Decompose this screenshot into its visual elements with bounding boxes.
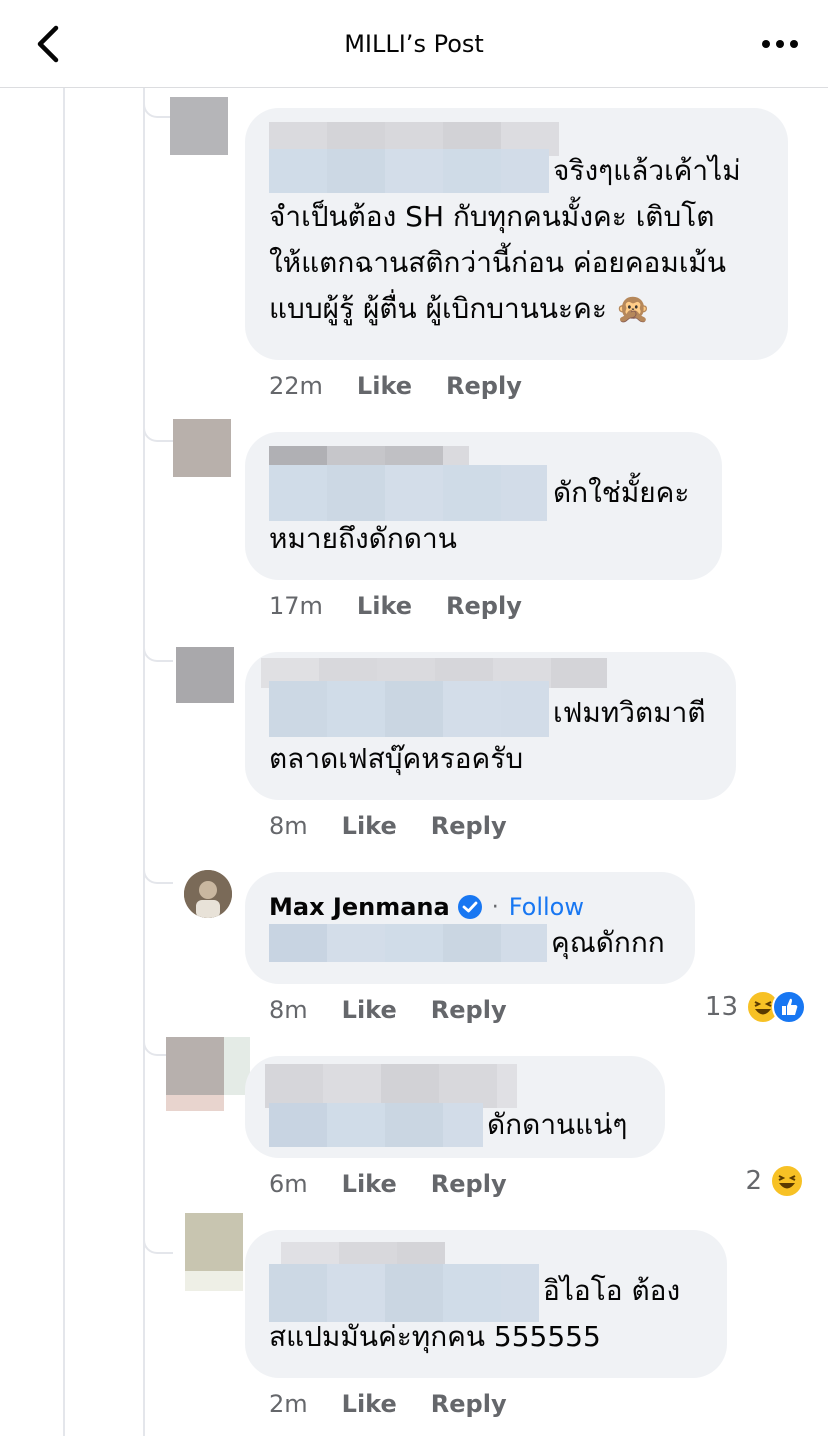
mention-redacted[interactable] (269, 149, 549, 193)
mention-redacted[interactable] (269, 681, 549, 737)
more-options-button[interactable] (760, 26, 800, 62)
timestamp[interactable]: 8m (269, 996, 308, 1024)
like-button[interactable]: Like (342, 812, 397, 840)
comment-bubble: ดักดานแน่ๆ (245, 1056, 665, 1158)
reply-button[interactable]: Reply (446, 592, 522, 620)
comment-text: อิไอโอ ต้อง (543, 1274, 681, 1307)
reply-button[interactable]: Reply (446, 372, 522, 400)
avatar[interactable] (173, 419, 231, 477)
comment-text: จำเป็นต้อง SH กับทุกคนมั้งคะ เติบโต (269, 200, 715, 233)
reaction-count: 13 (704, 992, 738, 1022)
author-name[interactable]: Max Jenmana (269, 893, 450, 921)
comment-actions: 22m Like Reply (269, 372, 522, 400)
verified-badge-icon (457, 895, 482, 919)
reaction-count: 2 (745, 1166, 762, 1196)
comment-bubble: เฟมทวิตมาตี ตลาดเฟสบุ๊คหรอครับ (245, 652, 736, 800)
avatar[interactable] (185, 1213, 243, 1291)
separator: · (491, 894, 499, 920)
reply-connector (143, 1232, 173, 1254)
comment-bubble: Max Jenmana · Follow คุณดักกก (245, 872, 695, 984)
mention-redacted[interactable] (269, 465, 547, 521)
page-title: MILLI’s Post (344, 30, 484, 58)
comment-text: ดักใช่มั้ยคะ (553, 476, 690, 509)
comment-text: หมายถึงดักดาน (269, 522, 457, 555)
comment-actions: 8m Like Reply (269, 812, 507, 840)
reply-button[interactable]: Reply (431, 1390, 507, 1418)
like-reaction-icon (772, 990, 806, 1024)
reply-button[interactable]: Reply (431, 996, 507, 1024)
comment-bubble: จริงๆแล้วเค้าไม่ จำเป็นต้อง SH กับทุกคนม… (245, 108, 788, 360)
comment-text: ดักดานแน่ๆ (487, 1108, 628, 1141)
timestamp[interactable]: 17m (269, 592, 323, 620)
mention-redacted[interactable] (269, 924, 547, 962)
like-button[interactable]: Like (357, 592, 412, 620)
reply-connector (143, 862, 173, 884)
timestamp[interactable]: 2m (269, 1390, 308, 1418)
avatar[interactable] (184, 870, 232, 918)
profile-photo (184, 870, 232, 918)
reply-connector (143, 640, 173, 662)
thread-line (63, 88, 65, 1436)
comment-bubble: ดักใช่มั้ยคะ หมายถึงดักดาน (245, 432, 722, 580)
reply-connector (143, 96, 173, 118)
comment-actions: 2m Like Reply (269, 1390, 507, 1418)
comment-text: จริงๆแล้วเค้าไม่ (553, 154, 741, 187)
timestamp[interactable]: 22m (269, 372, 323, 400)
comment-text: สแปมมันค่ะทุกคน 555555 (269, 1320, 601, 1353)
timestamp[interactable]: 8m (269, 812, 308, 840)
comment-bubble: อิไอโอ ต้อง สแปมมันค่ะทุกคน 555555 (245, 1230, 727, 1378)
comment-text: ตลาดเฟสบุ๊คหรอครับ (269, 742, 524, 775)
reply-button[interactable]: Reply (431, 812, 507, 840)
more-horizontal-icon (762, 40, 798, 48)
avatar[interactable] (166, 1037, 250, 1111)
avatar[interactable] (176, 647, 234, 705)
reply-connector (143, 420, 173, 442)
comment-text: ให้แตกฉานสติกว่านี้ก่อน ค่อยคอมเม้น (269, 246, 726, 279)
like-button[interactable]: Like (357, 372, 412, 400)
like-button[interactable]: Like (342, 1170, 397, 1198)
top-bar: MILLI’s Post (0, 0, 828, 88)
author-name-redacted[interactable] (265, 1064, 517, 1108)
comment-text: คุณดักกก (551, 926, 665, 959)
like-button[interactable]: Like (342, 1390, 397, 1418)
haha-reaction-icon (770, 1164, 804, 1198)
mention-redacted[interactable] (269, 1103, 483, 1147)
comment-actions: 8m Like Reply (269, 996, 507, 1024)
reactions-summary[interactable]: 13 (705, 990, 806, 1024)
reactions-summary[interactable]: 2 (745, 1164, 804, 1198)
avatar[interactable] (170, 97, 228, 155)
timestamp[interactable]: 6m (269, 1170, 308, 1198)
like-button[interactable]: Like (342, 996, 397, 1024)
comment-actions: 17m Like Reply (269, 592, 522, 620)
follow-button[interactable]: Follow (509, 893, 584, 921)
reply-button[interactable]: Reply (431, 1170, 507, 1198)
comment-text: เฟมทวิตมาตี (553, 696, 706, 729)
comment-actions: 6m Like Reply (269, 1170, 507, 1198)
comment-text: แบบผู้รู้ ผู้ตื่น ผู้เบิกบานนะคะ 🙊 (269, 292, 651, 325)
